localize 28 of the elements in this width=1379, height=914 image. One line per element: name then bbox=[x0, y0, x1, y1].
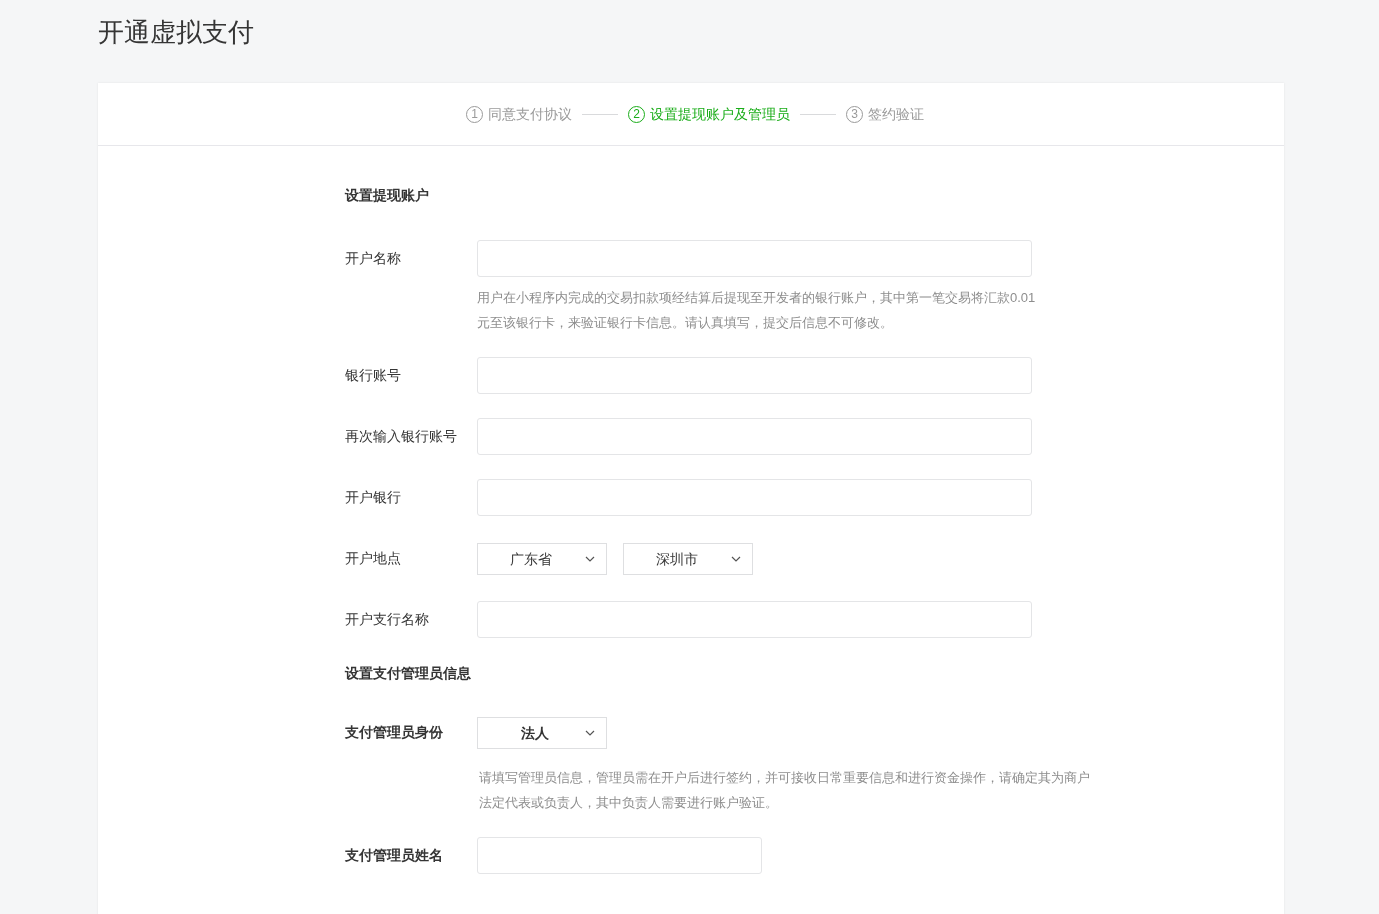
text-input-field[interactable] bbox=[477, 357, 1032, 394]
field-label: 开户名称 bbox=[345, 249, 402, 268]
section-heading: 设置提现账户 bbox=[345, 187, 429, 203]
text-input-field[interactable] bbox=[477, 837, 762, 874]
step-label: 签约验证 bbox=[868, 104, 924, 124]
dropdown-select[interactable]: 深圳市 bbox=[623, 542, 753, 575]
text-input-field[interactable] bbox=[477, 418, 1032, 455]
step-label: 同意支付协议 bbox=[488, 104, 572, 124]
field-label: 再次输入银行账号 bbox=[345, 427, 458, 446]
section-heading: 设置支付管理员信息 bbox=[345, 665, 471, 681]
chevron-down-icon bbox=[731, 555, 741, 562]
chevron-down-icon bbox=[585, 555, 595, 562]
field-label: 支付管理员身份 bbox=[345, 723, 444, 742]
dropdown-select[interactable]: 广东省 bbox=[477, 542, 607, 575]
field-label: 开户地点 bbox=[345, 549, 402, 568]
field-label: 开户支行名称 bbox=[345, 610, 430, 629]
chevron-down-icon bbox=[585, 729, 595, 736]
text-input-field[interactable] bbox=[477, 479, 1032, 516]
page-title: 开通虚拟支付 bbox=[98, 16, 254, 49]
hint-text: 请填写管理员信息，管理员需在开户后进行签约，并可接收日常重要信息和进行资金操作，请确定其为商户法定代表或负责人，其中负责人需要进行账户验证。 bbox=[478, 769, 1091, 812]
dropdown-select[interactable]: 法人 bbox=[477, 716, 607, 749]
hint-text: 用户在小程序内完成的交易扣款项经结算后提现至开发者的银行账户，其中第一笔交易将汇款0.01元至该银行卡，来验证银行卡信息。请认真填写，提交后信息不可修改。 bbox=[477, 289, 1037, 332]
field-label: 银行账号 bbox=[345, 366, 402, 385]
field-label: 支付管理员姓名 bbox=[345, 846, 444, 865]
field-label: 开户银行 bbox=[345, 488, 402, 507]
text-input-field[interactable] bbox=[477, 240, 1032, 277]
text-input-field[interactable] bbox=[477, 601, 1032, 638]
step-label: 设置提现账户及管理员 bbox=[650, 104, 790, 124]
